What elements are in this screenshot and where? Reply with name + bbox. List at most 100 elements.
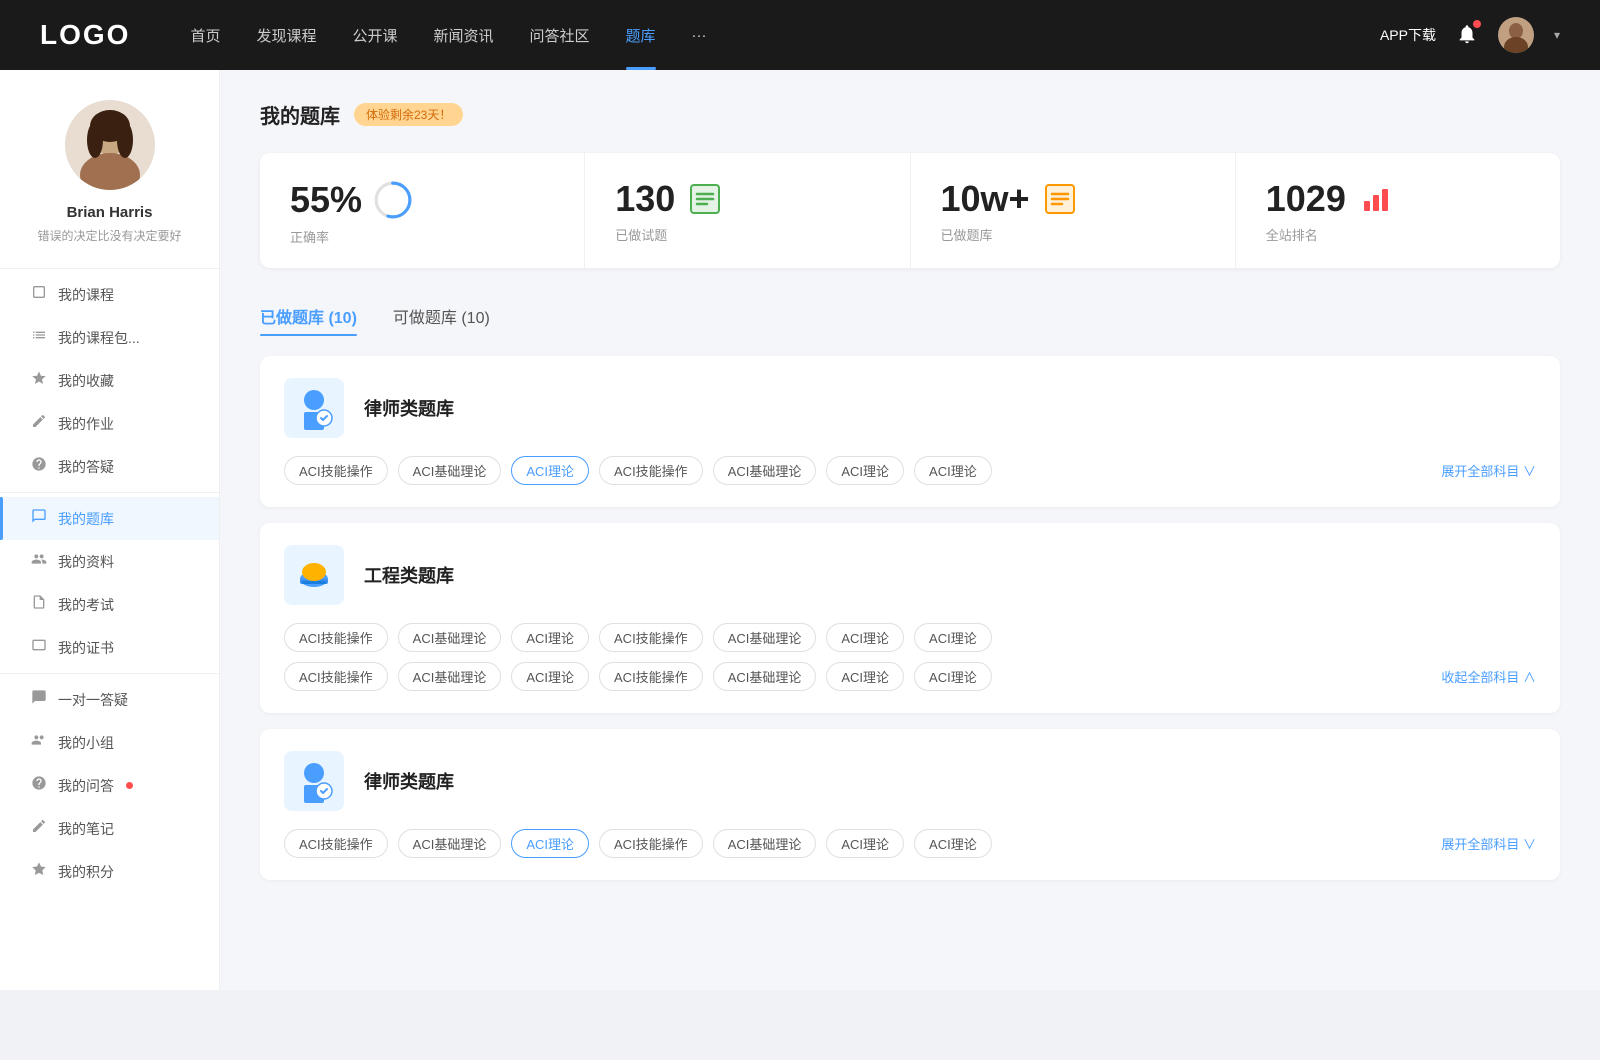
page-title: 我的题库: [260, 100, 340, 129]
bank-1-extra-tag-6[interactable]: ACI理论: [914, 662, 992, 691]
bank-2-tag-1[interactable]: ACI基础理论: [398, 829, 502, 858]
bank-0-tag-2[interactable]: ACI理论: [511, 456, 589, 485]
sidebar-label-myqa: 我的问答: [58, 776, 114, 796]
bank-0-expand[interactable]: 展开全部科目 ∨: [1441, 461, 1536, 480]
nav-discover[interactable]: 发现课程: [256, 25, 316, 46]
sidebar-icon-certificate: [30, 637, 48, 658]
stat-done-banks: 10w+ 已做题库: [911, 153, 1236, 268]
bank-2-tag-4[interactable]: ACI基础理论: [713, 829, 817, 858]
bank-0-tag-1[interactable]: ACI基础理论: [398, 456, 502, 485]
sidebar-label-homework: 我的作业: [58, 414, 114, 434]
sidebar-item-group[interactable]: 我的小组: [0, 721, 219, 764]
top-navigation: LOGO 首页 发现课程 公开课 新闻资讯 问答社区 题库 ··· APP下载 …: [0, 0, 1600, 70]
main-layout: Brian Harris 错误的决定比没有决定要好 我的课程 我的课程包...: [0, 70, 1600, 990]
myqa-notification-dot: [126, 782, 133, 789]
bank-1-tag-2[interactable]: ACI理论: [511, 623, 589, 652]
notification-bell[interactable]: [1456, 23, 1478, 48]
sidebar-label-notes: 我的笔记: [58, 819, 114, 839]
tab-todo[interactable]: 可做题库 (10): [393, 296, 490, 336]
stat-done-questions-label: 已做试题: [615, 225, 879, 244]
bank-1-tag-5[interactable]: ACI理论: [826, 623, 904, 652]
bank-0-tags: ACI技能操作 ACI基础理论 ACI理论 ACI技能操作 ACI基础理论 AC…: [284, 456, 1536, 485]
bank-card-2: 律师类题库 ACI技能操作 ACI基础理论 ACI理论 ACI技能操作 ACI基…: [260, 729, 1560, 880]
nav-menu: 首页 发现课程 公开课 新闻资讯 问答社区 题库 ···: [190, 25, 1380, 46]
sidebar-item-qa[interactable]: 我的答疑: [0, 445, 219, 488]
user-menu-chevron[interactable]: ▾: [1554, 28, 1560, 42]
sidebar-divider-2: [0, 673, 219, 674]
bank-1-extra-tags: ACI技能操作 ACI基础理论 ACI理论 ACI技能操作 ACI基础理论 AC…: [284, 662, 1536, 691]
bank-1-tag-1[interactable]: ACI基础理论: [398, 623, 502, 652]
logo[interactable]: LOGO: [40, 19, 130, 51]
bank-1-collapse[interactable]: 收起全部科目 ∧: [1441, 667, 1536, 686]
sidebar-divider-top: [0, 268, 219, 269]
sidebar-icon-points: [30, 861, 48, 882]
bank-1-extra-tag-4[interactable]: ACI基础理论: [713, 662, 817, 691]
nav-news[interactable]: 新闻资讯: [434, 25, 494, 46]
bank-1-tag-3[interactable]: ACI技能操作: [599, 623, 703, 652]
bank-2-tag-3[interactable]: ACI技能操作: [599, 829, 703, 858]
sidebar-label-certificate: 我的证书: [58, 638, 114, 658]
sidebar-item-courses[interactable]: 我的课程: [0, 273, 219, 316]
user-avatar[interactable]: [1498, 17, 1534, 53]
sidebar-icon-profile: [30, 551, 48, 572]
topnav-right: APP下载 ▾: [1380, 17, 1560, 53]
sidebar-item-profile[interactable]: 我的资料: [0, 540, 219, 583]
bank-1-tags: ACI技能操作 ACI基础理论 ACI理论 ACI技能操作 ACI基础理论 AC…: [284, 623, 1536, 652]
bank-1-tag-0[interactable]: ACI技能操作: [284, 623, 388, 652]
bank-0-tag-0[interactable]: ACI技能操作: [284, 456, 388, 485]
bank-0-tag-5[interactable]: ACI理论: [826, 456, 904, 485]
sidebar-label-questionbank: 我的题库: [58, 509, 114, 529]
bank-1-extra-tag-0[interactable]: ACI技能操作: [284, 662, 388, 691]
sidebar-avatar-image: [65, 100, 155, 190]
sidebar-item-homework[interactable]: 我的作业: [0, 402, 219, 445]
sidebar-label-points: 我的积分: [58, 862, 114, 882]
sidebar-item-exam[interactable]: 我的考试: [0, 583, 219, 626]
sidebar-item-favorites[interactable]: 我的收藏: [0, 359, 219, 402]
tab-done[interactable]: 已做题库 (10): [260, 296, 357, 336]
sidebar-motto: 错误的决定比没有决定要好: [21, 227, 197, 244]
bank-2-tag-0[interactable]: ACI技能操作: [284, 829, 388, 858]
stat-accuracy-value: 55%: [290, 182, 362, 218]
bank-0-tag-4[interactable]: ACI基础理论: [713, 456, 817, 485]
bank-1-extra-tag-2[interactable]: ACI理论: [511, 662, 589, 691]
sidebar-nav: 我的课程 我的课程包... 我的收藏 我的作业: [0, 273, 219, 893]
stat-done-banks-icon: [1042, 181, 1078, 217]
sidebar-item-notes[interactable]: 我的笔记: [0, 807, 219, 850]
sidebar-item-1v1qa[interactable]: 一对一答疑: [0, 678, 219, 721]
bank-1-tag-6[interactable]: ACI理论: [914, 623, 992, 652]
nav-opencourse[interactable]: 公开课: [352, 25, 397, 46]
sidebar-label-profile: 我的资料: [58, 552, 114, 572]
stat-rank-label: 全站排名: [1266, 225, 1530, 244]
bank-0-tag-6[interactable]: ACI理论: [914, 456, 992, 485]
bank-2-expand[interactable]: 展开全部科目 ∨: [1441, 834, 1536, 853]
sidebar-icon-packages: [30, 327, 48, 348]
stat-done-banks-top: 10w+: [941, 181, 1205, 217]
stat-accuracy-icon: [374, 181, 412, 219]
bank-2-tag-2[interactable]: ACI理论: [511, 829, 589, 858]
stat-accuracy: 55% 正确率: [260, 153, 585, 268]
sidebar-item-myqa[interactable]: 我的问答: [0, 764, 219, 807]
sidebar-item-questionbank[interactable]: 我的题库: [0, 497, 219, 540]
bank-icon-1: [284, 545, 344, 605]
app-download-button[interactable]: APP下载: [1380, 25, 1436, 45]
bank-2-tag-5[interactable]: ACI理论: [826, 829, 904, 858]
sidebar-item-packages[interactable]: 我的课程包...: [0, 316, 219, 359]
bank-card-1-header: 工程类题库: [284, 545, 1536, 605]
nav-more[interactable]: ···: [692, 27, 707, 44]
sidebar-label-group: 我的小组: [58, 733, 114, 753]
bank-0-tag-3[interactable]: ACI技能操作: [599, 456, 703, 485]
bank-2-tag-6[interactable]: ACI理论: [914, 829, 992, 858]
bank-1-extra-tag-1[interactable]: ACI基础理论: [398, 662, 502, 691]
sidebar-icon-notes: [30, 818, 48, 839]
nav-questions[interactable]: 题库: [626, 25, 656, 46]
tabs-row: 已做题库 (10) 可做题库 (10): [260, 296, 1560, 336]
bank-1-extra-tag-3[interactable]: ACI技能操作: [599, 662, 703, 691]
sidebar-item-certificate[interactable]: 我的证书: [0, 626, 219, 669]
trial-badge: 体验剩余23天！: [354, 103, 463, 126]
sidebar-icon-1v1qa: [30, 689, 48, 710]
sidebar-item-points[interactable]: 我的积分: [0, 850, 219, 893]
bank-1-extra-tag-5[interactable]: ACI理论: [826, 662, 904, 691]
nav-home[interactable]: 首页: [190, 25, 220, 46]
nav-qa[interactable]: 问答社区: [530, 25, 590, 46]
bank-1-tag-4[interactable]: ACI基础理论: [713, 623, 817, 652]
